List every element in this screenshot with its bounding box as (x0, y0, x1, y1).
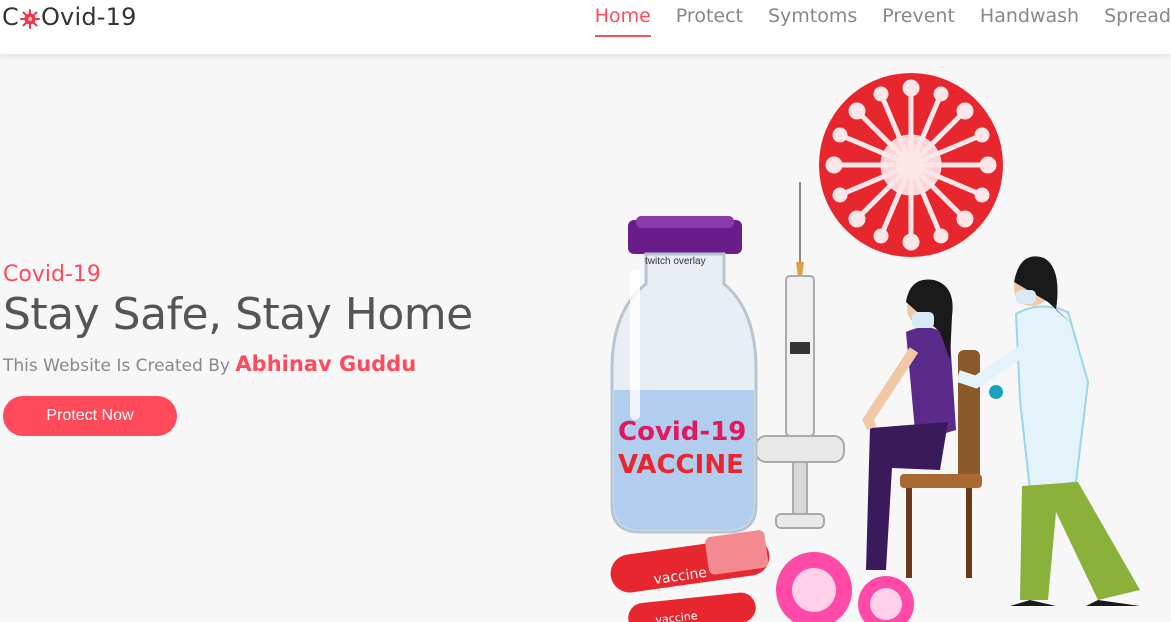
nav-item-handwash[interactable]: Handwash (980, 5, 1079, 37)
main-nav: Home Protect Symtoms Prevent Handwash Sp… (570, 5, 1171, 37)
top-navbar: C Ovid-19 Home Protect Symtoms Prevent H… (0, 0, 1171, 54)
brand-suffix: Ovid-19 (40, 3, 137, 31)
doctor-illustration (956, 256, 1140, 606)
hero-headline: Stay Safe, Stay Home (3, 289, 473, 340)
patient-illustration (862, 279, 982, 578)
nav-item-spread[interactable]: Spread (1104, 5, 1171, 37)
vial-label-line2: VACCINE (618, 450, 744, 480)
vaccination-illustration: twitch overlay Covid-19 VACCINE vaccine … (600, 70, 1171, 622)
nav-item-prevent[interactable]: Prevent (882, 5, 955, 37)
hero-section: Covid-19 Stay Safe, Stay Home This Websi… (3, 262, 473, 436)
syringe-illustration (755, 182, 845, 529)
vial-cap-text: twitch overlay (645, 256, 706, 267)
nav-item-home[interactable]: Home (594, 5, 651, 37)
hero-subtitle: Covid-19 (3, 262, 101, 287)
byline-text: This Website Is Created By (3, 356, 230, 376)
virus-illustration-small (776, 552, 914, 622)
virus-icon (19, 7, 40, 29)
nav-item-symtoms[interactable]: Symtoms (768, 5, 857, 37)
brand-prefix: C (2, 3, 19, 31)
author-name: Abhinav Guddu (235, 352, 417, 376)
hero-byline: This Website Is Created By Abhinav Guddu (3, 352, 473, 376)
vial-label-line1: Covid-19 (618, 417, 746, 447)
virus-illustration-large (819, 73, 1003, 257)
brand-logo[interactable]: C Ovid-19 (2, 3, 137, 31)
protect-now-button[interactable]: Protect Now (3, 396, 177, 436)
nav-item-protect[interactable]: Protect (676, 5, 743, 37)
